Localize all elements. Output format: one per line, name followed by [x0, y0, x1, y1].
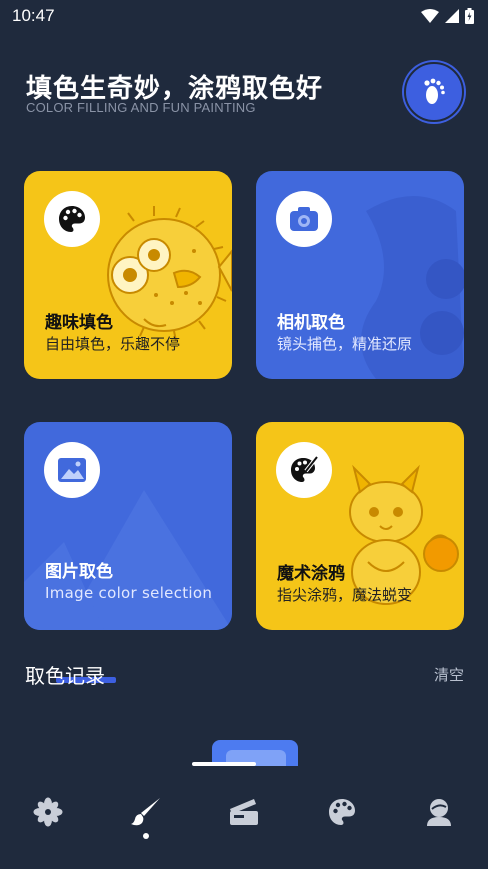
- clear-history-button[interactable]: 清空: [434, 664, 464, 685]
- active-nav-indicator: [143, 833, 149, 839]
- card-subtitle: 自由填色，乐趣不停: [45, 335, 181, 353]
- nav-home[interactable]: [30, 794, 66, 830]
- image-icon: [58, 458, 86, 482]
- wifi-icon: [421, 9, 439, 23]
- card-subtitle: Image color selection: [45, 584, 213, 602]
- status-icons: [421, 8, 474, 24]
- camera-icon: [290, 207, 318, 231]
- card-title: 图片取色: [45, 562, 113, 582]
- card-icon-circle: [276, 442, 332, 498]
- card-icon-circle: [44, 191, 100, 247]
- footprint-icon: [424, 78, 445, 104]
- brush-icon: [131, 798, 160, 826]
- nav-profile[interactable]: [421, 794, 457, 830]
- card-subtitle: 镜头捕色，精准还原: [277, 335, 413, 353]
- profile-icon: [427, 799, 451, 826]
- magic-doodle-card[interactable]: 魔术涂鸦 指尖涂鸦，魔法蜕变: [256, 422, 464, 630]
- signal-icon: [445, 9, 459, 23]
- card-icon-circle: [44, 442, 100, 498]
- palette-icon: [59, 206, 85, 232]
- image-color-pick-card[interactable]: 图片取色 Image color selection: [24, 422, 232, 630]
- card-icon-circle: [276, 191, 332, 247]
- bottom-nav: [0, 766, 488, 869]
- palette-brush-icon: [291, 455, 319, 482]
- nav-clapper[interactable]: [226, 794, 262, 830]
- camera-color-pick-card[interactable]: 相机取色 镜头捕色，精准还原: [256, 171, 464, 379]
- page-subtitle: COLOR FILLING AND FUN PAINTING: [26, 100, 256, 115]
- battery-icon: [465, 8, 474, 24]
- card-title: 相机取色: [277, 313, 345, 333]
- card-title: 趣味填色: [45, 313, 113, 333]
- palette-icon: [329, 799, 355, 825]
- history-title-text: 取色记录: [25, 664, 105, 688]
- fun-coloring-card[interactable]: 趣味填色 自由填色，乐趣不停: [24, 171, 232, 379]
- pinwheel-icon: [33, 797, 63, 827]
- status-time: 10:47: [12, 6, 55, 25]
- card-subtitle: 指尖涂鸦，魔法蜕变: [277, 586, 413, 604]
- empty-history-illustration: [192, 740, 298, 766]
- history-title: 取色记录: [25, 660, 105, 689]
- footprint-avatar-button[interactable]: [404, 62, 464, 122]
- nav-brush[interactable]: [128, 794, 164, 830]
- card-title: 魔术涂鸦: [277, 564, 345, 584]
- clapperboard-icon: [230, 799, 258, 825]
- status-bar: 10:47: [0, 0, 488, 34]
- nav-palette[interactable]: [324, 794, 360, 830]
